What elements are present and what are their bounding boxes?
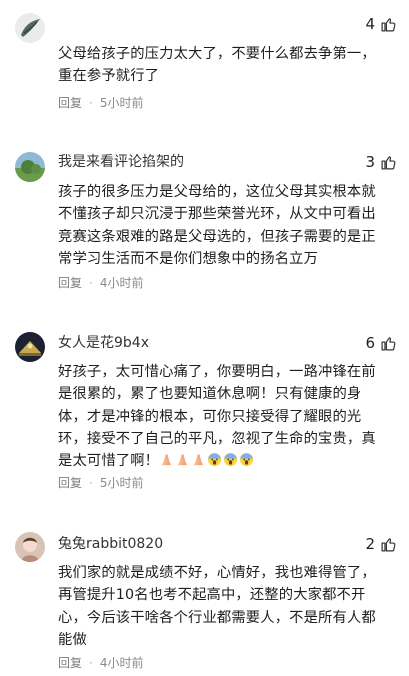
comment-meta: 回复 · 4小时前 — [58, 276, 143, 290]
like-button[interactable]: 6 — [365, 334, 397, 352]
avatar[interactable] — [15, 532, 45, 562]
praying-hands-emoji — [193, 454, 204, 466]
timestamp: 4小时前 — [99, 276, 144, 290]
timestamp: 4小时前 — [99, 656, 144, 670]
like-button[interactable]: 3 — [365, 153, 397, 171]
comment-meta: 回复 · 5小时前 — [58, 476, 143, 490]
thumbs-up-icon — [381, 537, 396, 551]
like-count: 3 — [365, 153, 375, 171]
separator-dot: · — [89, 276, 93, 290]
comment-text: 孩子的很多压力是父母给的，这位父母其实根本就不懂孩子却只沉浸于那些荣誉光环，从文… — [58, 184, 376, 267]
thumbs-up-icon — [381, 17, 396, 31]
separator-dot: · — [89, 96, 93, 110]
emoji-row — [159, 453, 255, 469]
like-button[interactable]: 4 — [365, 15, 397, 33]
screaming-face-emoji — [224, 453, 238, 467]
avatar[interactable] — [15, 332, 45, 362]
timestamp: 5小时前 — [99, 476, 144, 490]
comment-text: 父母给孩子的压力太大了，不要什么都去争第一，重在参予就行了 — [58, 46, 376, 85]
thumbs-up-icon — [381, 155, 396, 169]
like-count: 4 — [365, 15, 375, 33]
comment-text: 好孩子，太可惜心痛了，你要明白，一路冲锋在前是很累的，累了也要知道休息啊！只有健… — [58, 361, 388, 472]
screaming-face-emoji — [240, 453, 254, 467]
like-button[interactable]: 2 — [365, 535, 397, 553]
username[interactable]: 女人是花9b4x — [58, 334, 149, 352]
praying-hands-emoji — [161, 454, 172, 466]
screaming-face-emoji — [208, 453, 222, 467]
thumbs-up-icon — [381, 336, 396, 350]
reply-link[interactable]: 回复 — [58, 656, 82, 670]
comment-meta: 回复 · 4小时前 — [58, 656, 143, 670]
separator-dot: · — [89, 476, 93, 490]
username[interactable]: 我是来看评论掐架的 — [58, 153, 184, 171]
praying-hands-emoji — [177, 454, 188, 466]
avatar[interactable] — [15, 152, 45, 182]
like-count: 2 — [365, 535, 375, 553]
like-count: 6 — [365, 334, 375, 352]
comment-meta: 回复 · 5小时前 — [58, 96, 143, 110]
reply-link[interactable]: 回复 — [58, 476, 82, 490]
username[interactable]: 兔兔rabbit0820 — [58, 535, 163, 553]
reply-link[interactable]: 回复 — [58, 276, 82, 290]
comment-text: 我们家的就是成绩不好，心情好，我也难得管了，再管提升10名也考不起高中，还整的大… — [58, 565, 376, 648]
separator-dot: · — [89, 656, 93, 670]
reply-link[interactable]: 回复 — [58, 96, 82, 110]
avatar[interactable] — [15, 13, 45, 43]
timestamp: 5小时前 — [99, 96, 144, 110]
